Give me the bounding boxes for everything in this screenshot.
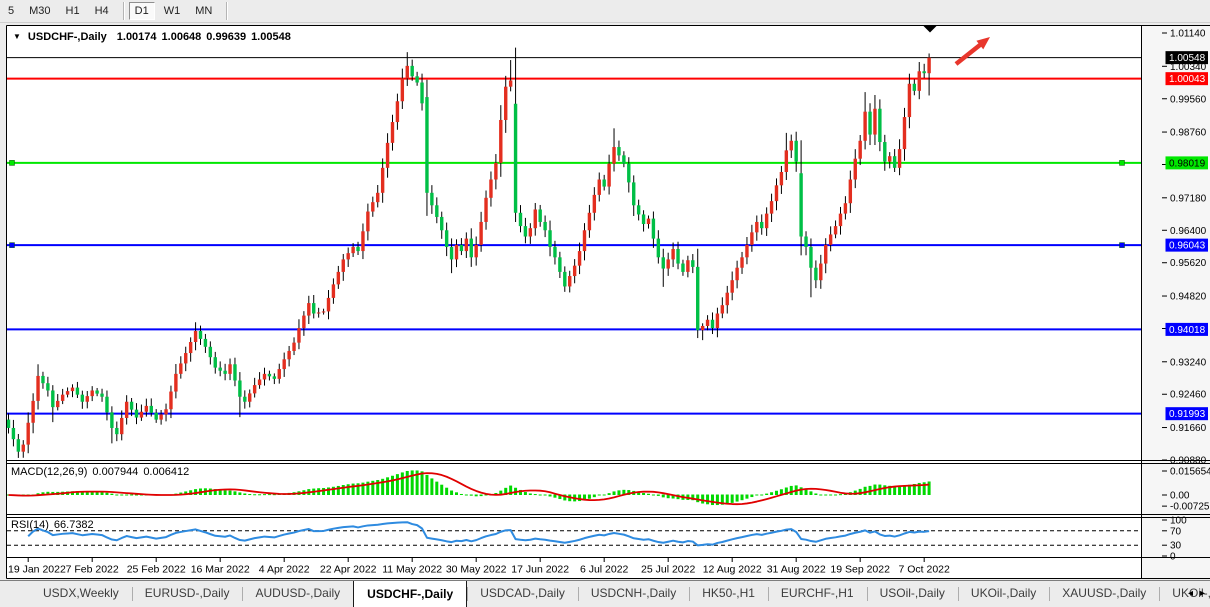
tab-scroll-right-icon[interactable]: ▸ [1200, 588, 1205, 599]
macd-label: MACD(12,26,9) [11, 466, 87, 478]
price-tag-label: 0.98019 [1169, 158, 1206, 169]
line-handle[interactable] [10, 243, 15, 248]
ohlc-high: 1.00648 [162, 31, 202, 43]
rsi-label: RSI(14) [11, 519, 49, 531]
toolbar-separator [226, 2, 227, 20]
tab-ukoil-daily[interactable]: UKOil-,Daily [958, 581, 1049, 607]
time-axis-label: 12 Aug 2022 [703, 564, 762, 576]
price-tag-label: 0.91993 [1169, 409, 1206, 420]
price-tag-label: 1.00548 [1169, 53, 1206, 64]
axis-tick-label: 0.93240 [1170, 357, 1207, 368]
chart-title: ▼ USDCHF-,Daily 1.00174 1.00648 0.99639 1.005… [13, 31, 296, 43]
axis-tick-label: 70 [1170, 526, 1182, 537]
time-axis-label: 6 Jul 2022 [580, 564, 629, 576]
time-axis-label: 31 Aug 2022 [767, 564, 826, 576]
timeframe-button-m30[interactable]: M30 [23, 2, 56, 20]
macd-signal-value: 0.006412 [143, 466, 189, 478]
axis-tick-label: 0.96400 [1170, 226, 1207, 237]
timeframe-button-5[interactable]: 5 [2, 2, 20, 20]
tab-scroll-left-icon[interactable]: ◂ [1188, 588, 1193, 599]
time-axis-label: 11 May 2022 [382, 564, 442, 576]
ohlc-close: 1.00548 [251, 31, 291, 43]
time-axis-label: 19 Sep 2022 [830, 564, 890, 576]
chart-dropdown-icon[interactable]: ▼ [13, 32, 21, 41]
tab-usdcad-daily[interactable]: USDCAD-,Daily [467, 581, 578, 607]
tab-usdcnh-daily[interactable]: USDCNH-,Daily [578, 581, 689, 607]
time-axis-label: 4 Apr 2022 [259, 564, 310, 576]
axis-tick-label: 30 [1170, 541, 1182, 552]
price-chart-canvas[interactable]: 1.011401.003400.995600.987600.979800.971… [0, 0, 1210, 607]
time-axis-label: 30 May 2022 [446, 564, 507, 576]
timeframe-button-h1[interactable]: H1 [60, 2, 86, 20]
line-handle[interactable] [10, 160, 15, 165]
axis-tick-label: 0.91660 [1170, 423, 1207, 434]
rsi-label-row: RSI(14) 66.7382 [11, 519, 99, 531]
axis-tick-label: 1.01140 [1170, 29, 1206, 40]
price-tag-label: 1.00043 [1169, 74, 1206, 85]
timeframe-button-h4[interactable]: H4 [89, 2, 115, 20]
time-axis-label: 19 Jan 2022 [8, 564, 66, 576]
axis-tick-label: 0.90880 [1170, 456, 1207, 467]
tab-hk50-h1[interactable]: HK50-,H1 [689, 581, 768, 607]
axis-tick-label: 0 [1170, 552, 1176, 563]
rsi-value: 66.7382 [54, 519, 94, 531]
time-axis-label: 22 Apr 2022 [320, 564, 377, 576]
axis-tick-label: -0.007259 [1170, 502, 1210, 513]
time-axis-label: 17 Jun 2022 [511, 564, 569, 576]
axis-tick-label: 0.99560 [1170, 94, 1207, 105]
time-axis-label: 7 Feb 2022 [66, 564, 119, 576]
axis-tick-label: 0.015654 [1170, 467, 1210, 478]
price-tag-label: 0.94018 [1169, 325, 1206, 336]
toolbar-separator [123, 2, 124, 20]
tab-usoil-daily[interactable]: USOil-,Daily [867, 581, 958, 607]
line-handle[interactable] [1120, 243, 1125, 248]
axis-tick-label: 0.95620 [1170, 258, 1207, 269]
axis-tick-label: 0.98760 [1170, 128, 1207, 139]
time-axis-label: 16 Mar 2022 [191, 564, 250, 576]
ohlc-low: 0.99639 [206, 31, 246, 43]
timeframe-toolbar: 5M30H1H4 D1W1MN [0, 0, 1210, 23]
tab-xauusd-daily[interactable]: XAUUSD-,Daily [1049, 581, 1159, 607]
symbol-tab-bar: USDX,WeeklyEURUSD-,DailyAUDUSD-,DailyUSD… [0, 580, 1210, 607]
price-tag-label: 0.96043 [1169, 241, 1206, 252]
axis-tick-label: 0.94820 [1170, 292, 1207, 303]
tab-usdx-weekly[interactable]: USDX,Weekly [30, 581, 132, 607]
ohlc-open: 1.00174 [117, 31, 157, 43]
chart-symbol-label: USDCHF-,Daily [28, 31, 107, 43]
line-handle[interactable] [1120, 160, 1125, 165]
axis-tick-label: 100 [1170, 516, 1187, 527]
timeframe-button-d1[interactable]: D1 [129, 2, 155, 20]
axis-tick-label: 0.92460 [1170, 390, 1207, 401]
tab-usdchf-daily[interactable]: USDCHF-,Daily [353, 580, 467, 607]
macd-main-value: 0.007944 [92, 466, 138, 478]
time-axis-label: 7 Oct 2022 [898, 564, 950, 576]
tab-eurchf-h1[interactable]: EURCHF-,H1 [768, 581, 867, 607]
timeframe-button-mn[interactable]: MN [189, 2, 218, 20]
tab-eurusd-daily[interactable]: EURUSD-,Daily [132, 581, 243, 607]
macd-label-row: MACD(12,26,9) 0.007944 0.006412 [11, 466, 194, 478]
axis-tick-label: 0.00 [1170, 491, 1190, 502]
tab-audusd-daily[interactable]: AUDUSD-,Daily [242, 581, 353, 607]
axis-tick-label: 0.97180 [1170, 193, 1207, 204]
timeframe-button-w1[interactable]: W1 [158, 2, 187, 20]
time-axis-label: 25 Feb 2022 [127, 564, 186, 576]
tab-scroll-controls: ◂▸ [1181, 588, 1205, 599]
time-axis-label: 25 Jul 2022 [641, 564, 695, 576]
